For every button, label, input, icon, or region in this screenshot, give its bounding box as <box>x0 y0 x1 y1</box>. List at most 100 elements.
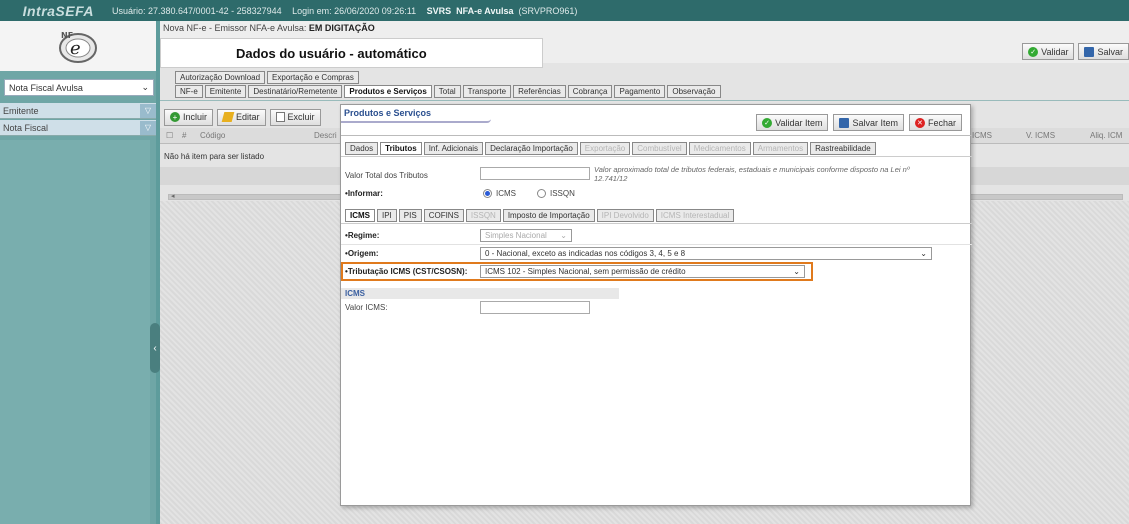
secondary-tabs: Autorização Download Exportação e Compra… <box>175 71 359 84</box>
document-type-select[interactable]: Nota Fiscal Avulsa ⌄ <box>4 79 154 96</box>
column-vicms: V. ICMS <box>1026 131 1056 140</box>
excluir-button[interactable]: Excluir <box>269 108 321 126</box>
regime-select: Simples Nacional ⌄ <box>480 229 572 242</box>
tab-combustivel: Combustível <box>632 142 687 155</box>
valor-total-note: Valor aproximado total de tributos feder… <box>594 165 910 183</box>
editar-button[interactable]: Editar <box>217 108 266 126</box>
expand-icon[interactable]: ▽ <box>140 103 156 118</box>
informar-icms-option[interactable]: ICMS <box>483 189 516 198</box>
origem-select[interactable]: 0 - Nacional, exceto as indicadas nos có… <box>480 247 932 260</box>
modal-divider <box>341 135 972 136</box>
tab-pagamento[interactable]: Pagamento <box>614 85 666 98</box>
incluir-button[interactable]: + Incluir <box>164 108 214 126</box>
subtab-issqn: ISSQN <box>465 209 501 222</box>
brand-logo: IntraSEFA <box>22 2 94 19</box>
tab-total[interactable]: Total <box>433 85 461 98</box>
modal-toolbar: ✓ Validar Item Salvar Item ✕ Fechar <box>756 114 962 131</box>
svg-text:e: e <box>70 38 81 59</box>
subtab-imposto-importacao[interactable]: Imposto de Importação <box>502 209 595 222</box>
column-codigo: Código <box>200 131 226 140</box>
tab-produtos-servicos[interactable]: Produtos e Serviços <box>344 85 432 98</box>
validar-item-label: Validar Item <box>775 117 823 128</box>
tab-referencias[interactable]: Referências <box>513 85 566 98</box>
salvar-item-label: Salvar Item <box>852 117 898 128</box>
tabs-divider <box>160 100 1129 101</box>
left-panel: e NF Nota Fiscal Avulsa ⌄ Emitente ▽ Not… <box>0 21 160 524</box>
regime-label: Regime: <box>345 231 380 240</box>
chevron-down-icon: ⌄ <box>793 267 800 276</box>
tab-observacao[interactable]: Observação <box>667 85 721 98</box>
subtab-icms[interactable]: ICMS <box>345 209 375 222</box>
check-icon: ✓ <box>1028 46 1039 57</box>
document-type-value: Nota Fiscal Avulsa <box>9 82 83 93</box>
column-descricao: Descri <box>314 131 337 140</box>
nfe-logo: e NF <box>0 21 156 71</box>
expand-icon[interactable]: ▽ <box>140 120 156 135</box>
tab-destinatario[interactable]: Destinatário/Remetente <box>248 85 343 98</box>
tab-transporte[interactable]: Transporte <box>462 85 512 98</box>
tributacao-select[interactable]: ICMS 102 - Simples Nacional, sem permiss… <box>480 265 805 278</box>
sidebar-item-nota-fiscal[interactable]: Nota Fiscal ▽ <box>0 120 156 136</box>
modal-tabs: Dados Tributos Inf. Adicionais Declaraçã… <box>345 142 876 155</box>
subtab-icms-interestadual: ICMS Interestadual <box>655 209 735 222</box>
main-toolbar: ✓ Validar Salvar <box>1022 43 1129 60</box>
salvar-item-button[interactable]: Salvar Item <box>833 114 904 131</box>
radio-issqn[interactable] <box>537 189 546 198</box>
chevron-down-icon: ⌄ <box>560 231 567 240</box>
radio-icms[interactable] <box>483 189 492 198</box>
subtab-pis[interactable]: PIS <box>398 209 422 222</box>
tab-nfe[interactable]: NF-e <box>175 85 203 98</box>
close-icon: ✕ <box>914 117 925 128</box>
validar-button[interactable]: ✓ Validar <box>1022 43 1075 60</box>
grid-empty-message: Não há item para ser listado <box>164 152 265 161</box>
radio-icms-label: ICMS <box>496 189 516 198</box>
column-aliq: Aliq. ICM <box>1090 131 1123 140</box>
app-label: NFA-e Avulsa <box>456 5 514 16</box>
fechar-button[interactable]: ✕ Fechar <box>908 114 962 131</box>
subtab-cofins[interactable]: COFINS <box>423 209 464 222</box>
subtab-ipi[interactable]: IPI <box>377 209 397 222</box>
valor-total-row: Valor Total dos Tributos <box>345 171 428 180</box>
plus-icon: + <box>170 112 180 122</box>
collapse-sidebar-icon[interactable]: ‹ <box>150 323 160 373</box>
validar-item-button[interactable]: ✓ Validar Item <box>756 114 829 131</box>
svrs-label: SVRS <box>426 5 452 16</box>
tab-exportacao: Exportação <box>579 142 631 155</box>
tab-tributos[interactable]: Tributos <box>380 142 422 155</box>
valor-icms-label: Valor ICMS: <box>345 303 388 312</box>
valor-icms-input[interactable] <box>480 301 590 314</box>
top-bar: IntraSEFA Usuário: 27.380.647/0001-42 - … <box>0 0 1129 21</box>
login-info: Login em: 26/06/2020 09:26:11 <box>292 5 417 16</box>
sidebar-item-label: Nota Fiscal <box>3 122 49 133</box>
fechar-label: Fechar <box>927 117 956 128</box>
tab-cobranca[interactable]: Cobrança <box>567 85 613 98</box>
regime-value: Simples Nacional <box>485 231 547 240</box>
excluir-label: Excluir <box>287 112 315 122</box>
tab-rastreabilidade[interactable]: Rastreabilidade <box>810 142 876 155</box>
tributacao-value: ICMS 102 - Simples Nacional, sem permiss… <box>485 267 686 276</box>
svg-text:NF: NF <box>61 31 73 40</box>
user-data-banner: Dados do usuário - automático <box>160 38 543 68</box>
informar-issqn-option[interactable]: ISSQN <box>537 189 575 198</box>
nfe-logo-icon: e NF <box>59 31 97 63</box>
editar-label: Editar <box>236 112 260 122</box>
tab-autorizacao-download[interactable]: Autorização Download <box>175 71 266 84</box>
tab-inf-adicionais[interactable]: Inf. Adicionais <box>423 142 484 155</box>
save-icon <box>839 117 850 128</box>
sidebar-item-emitente[interactable]: Emitente ▽ <box>0 103 156 119</box>
tab-armamentos: Armamentos <box>752 142 809 155</box>
user-info: Usuário: 27.380.647/0001-42 - 258327944 <box>112 5 282 16</box>
select-all-checkbox[interactable]: ☐ <box>166 131 173 140</box>
subtab-ipi-devolvido: IPI Devolvido <box>596 209 654 222</box>
page-title: Nova NF-e - Emissor NFA-e Avulsa: EM DIG… <box>163 23 375 33</box>
salvar-button[interactable]: Salvar <box>1078 43 1129 60</box>
tab-exportacao-compras[interactable]: Exportação e Compras <box>267 71 359 84</box>
scroll-left-icon[interactable]: ◂ <box>171 192 175 200</box>
valor-total-input[interactable] <box>480 167 590 180</box>
tributo-subtabs: ICMS IPI PIS COFINS ISSQN Imposto de Imp… <box>345 209 735 222</box>
modal-title: Produtos e Serviços <box>344 108 432 118</box>
row-divider <box>341 244 972 245</box>
tab-declaracao-importacao[interactable]: Declaração Importação <box>485 142 578 155</box>
tab-dados[interactable]: Dados <box>345 142 379 155</box>
tab-emitente[interactable]: Emitente <box>204 85 247 98</box>
